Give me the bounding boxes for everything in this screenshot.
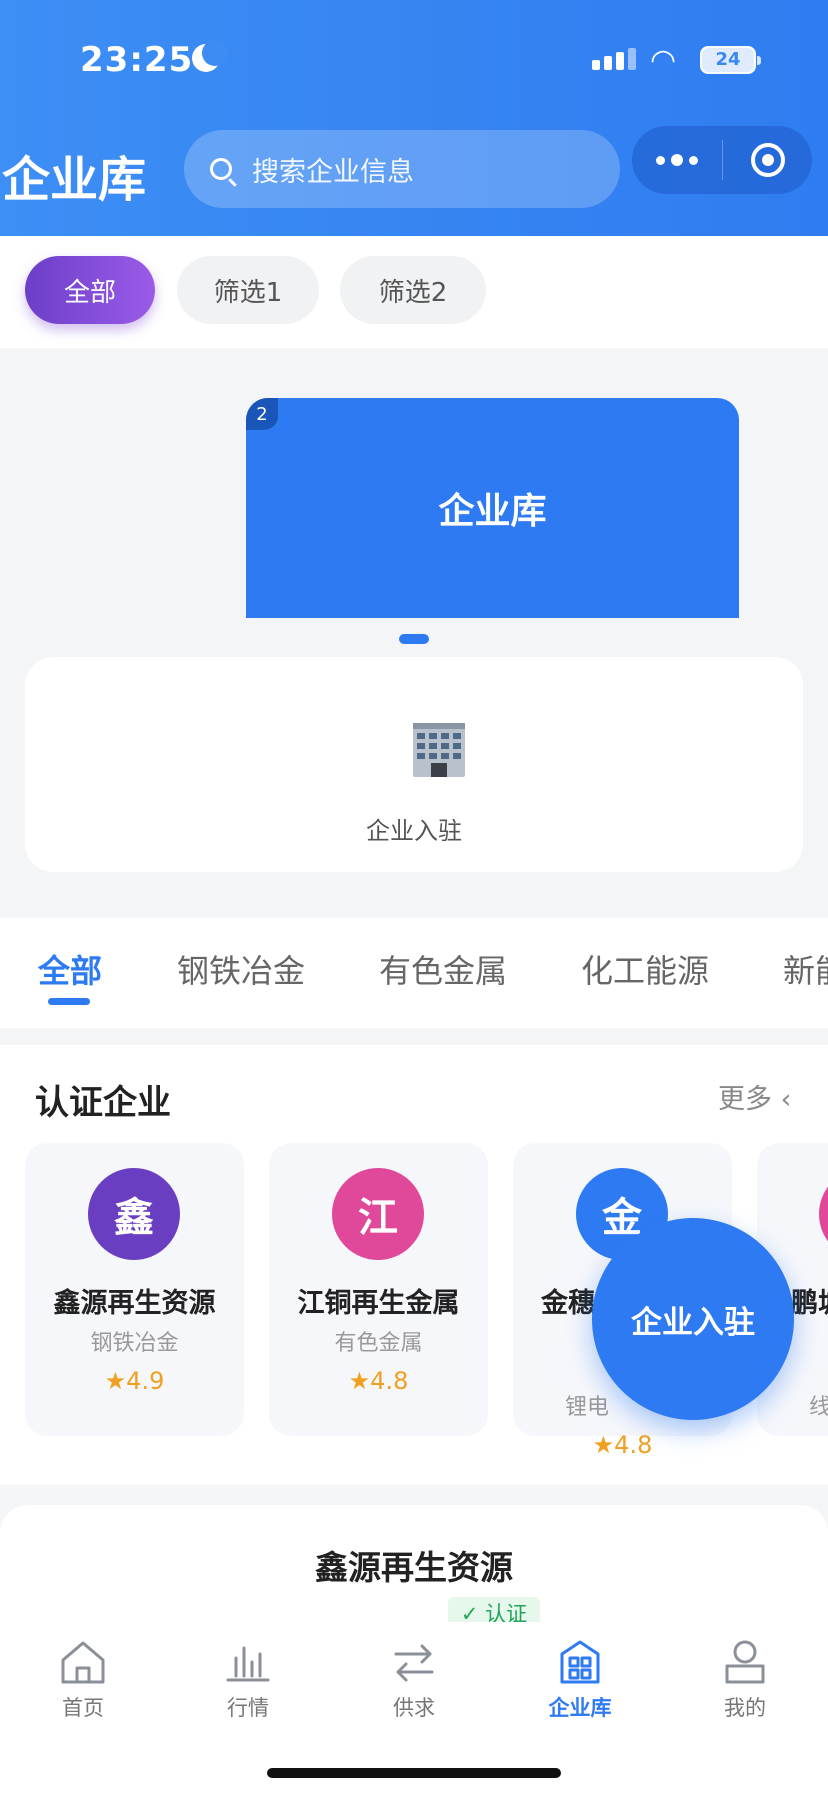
tab-label: 企业库 — [548, 1696, 612, 1720]
battery-icon: 24 — [700, 46, 761, 74]
enterprise-entry-card[interactable]: 企业入驻 — [25, 657, 803, 872]
company-avatar: 鑫 — [88, 1168, 180, 1260]
category-tab-new-energy[interactable]: 新能 — [783, 946, 828, 992]
bottom-tab-bar: 首页 行情 供求 企业库 我的 — [0, 1622, 828, 1795]
category-tab-indicator — [48, 998, 90, 1005]
status-time: 23:25 — [80, 40, 194, 80]
tab-label: 行情 — [227, 1696, 269, 1720]
enterprise-join-button[interactable]: 企业入驻 — [592, 1218, 794, 1420]
company-rating: ★4.9 — [104, 1367, 165, 1395]
moon-icon — [192, 40, 228, 72]
tab-supply-demand[interactable]: 供求 — [354, 1636, 474, 1722]
battery-level: 24 — [715, 49, 741, 70]
tab-market[interactable]: 行情 — [188, 1636, 308, 1722]
tab-home[interactable]: 首页 — [23, 1636, 143, 1722]
office-building-icon — [413, 723, 465, 777]
search-placeholder: 搜索企业信息 — [252, 156, 414, 188]
signal-icon — [592, 48, 636, 70]
chart-icon — [226, 1646, 270, 1682]
tab-profile[interactable]: 我的 — [685, 1636, 805, 1722]
entry-label: 企业入驻 — [366, 817, 462, 845]
company-rating: ★4.8 — [592, 1431, 653, 1459]
profile-icon — [725, 1640, 765, 1684]
company-name: 江铜再生金属 — [297, 1288, 460, 1319]
detail-company-name: 鑫源再生资源 — [315, 1548, 513, 1587]
tab-enterprise-library[interactable]: 企业库 — [520, 1636, 640, 1722]
mini-program-capsule — [632, 126, 812, 194]
target-icon — [750, 143, 785, 177]
company-category: 钢铁冶金 — [90, 1331, 179, 1356]
header-bar: 23:25 ◠ 24 企业库 搜索企业信息 — [0, 0, 828, 236]
filter-chip-all[interactable]: 全部 — [25, 256, 155, 324]
tab-label: 我的 — [724, 1696, 766, 1720]
company-avatar: 鹏 — [819, 1168, 828, 1260]
building-grid-icon — [560, 1640, 600, 1684]
company-detail-card[interactable]: 鑫源再生资源 ✓ 认证 — [0, 1505, 828, 1629]
page-title: 企业库 — [2, 152, 147, 208]
close-miniprogram-button[interactable] — [723, 126, 812, 194]
wifi-icon: ◠ — [650, 43, 677, 78]
more-options-icon[interactable] — [632, 126, 722, 194]
more-link[interactable]: 更多 ‹ — [718, 1077, 791, 1116]
banner-carousel[interactable]: 企业库 2 — [246, 398, 739, 618]
category-tab-chemical[interactable]: 化工能源 — [581, 946, 709, 992]
category-tab-all[interactable]: 全部 — [38, 946, 102, 992]
search-icon — [210, 158, 232, 180]
company-avatar: 江 — [332, 1168, 424, 1260]
category-tab-nonferrous[interactable]: 有色金属 — [379, 946, 507, 992]
home-icon — [61, 1641, 105, 1684]
company-name: 鑫源再生资源 — [53, 1288, 216, 1319]
company-rating: ★4.8 — [348, 1367, 409, 1395]
filter-chip-1[interactable]: 筛选1 — [177, 256, 319, 324]
tab-label: 供求 — [393, 1696, 435, 1720]
section-title: 认证企业 — [35, 1083, 171, 1123]
exchange-icon — [394, 1644, 434, 1682]
company-card[interactable]: 鑫 鑫源再生资源 钢铁冶金 ★4.9 — [25, 1143, 244, 1436]
search-input[interactable]: 搜索企业信息 — [184, 130, 620, 208]
banner-index-badge: 2 — [246, 398, 278, 430]
banner-title: 企业库 — [438, 491, 547, 532]
company-category: 线 — [809, 1395, 828, 1420]
carousel-indicator — [399, 634, 429, 644]
tab-label: 首页 — [62, 1696, 104, 1720]
filter-bar: 全部 筛选1 筛选2 — [0, 236, 828, 348]
filter-chip-2[interactable]: 筛选2 — [340, 256, 486, 324]
category-tabs: 全部 钢铁冶金 有色金属 化工能源 新能 — [0, 918, 828, 1028]
company-card[interactable]: 江 江铜再生金属 有色金属 ★4.8 — [269, 1143, 488, 1436]
company-category: 有色金属 — [334, 1331, 423, 1356]
home-indicator — [267, 1768, 561, 1778]
category-tab-steel[interactable]: 钢铁冶金 — [177, 946, 305, 992]
